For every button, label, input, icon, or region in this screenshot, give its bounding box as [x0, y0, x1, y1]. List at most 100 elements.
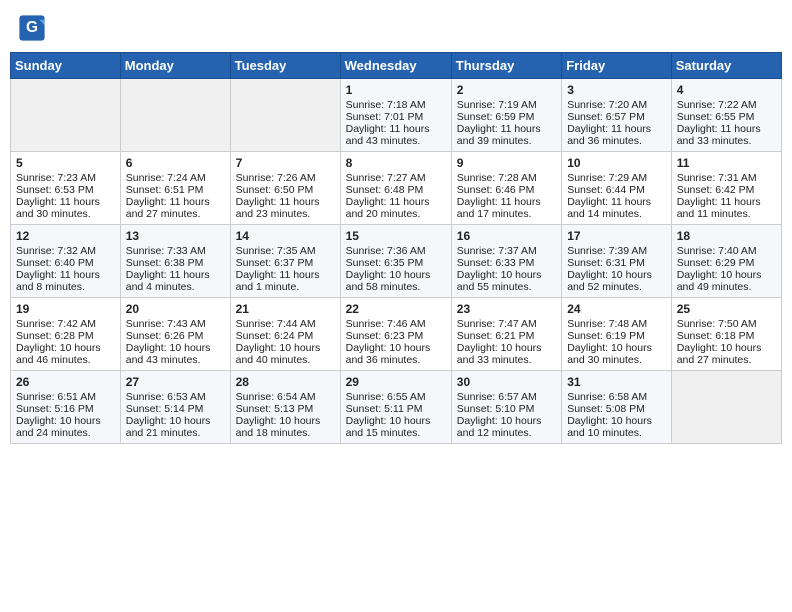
day-info-line: Daylight: 10 hours: [346, 342, 446, 354]
day-number: 3: [567, 83, 666, 97]
day-number: 17: [567, 229, 666, 243]
day-info-line: Sunset: 6:29 PM: [677, 257, 776, 269]
day-info-line: and 24 minutes.: [16, 427, 115, 439]
day-info-line: Sunset: 6:55 PM: [677, 111, 776, 123]
day-info-line: Sunrise: 7:22 AM: [677, 99, 776, 111]
day-info-line: Sunset: 6:38 PM: [126, 257, 225, 269]
day-info-line: Sunset: 6:51 PM: [126, 184, 225, 196]
day-number: 10: [567, 156, 666, 170]
col-header-friday: Friday: [562, 53, 672, 79]
day-info-line: Sunrise: 7:40 AM: [677, 245, 776, 257]
day-info-line: Sunset: 6:19 PM: [567, 330, 666, 342]
calendar-cell: 2Sunrise: 7:19 AMSunset: 6:59 PMDaylight…: [451, 79, 561, 152]
day-info-line: and 39 minutes.: [457, 135, 556, 147]
calendar-cell: 21Sunrise: 7:44 AMSunset: 6:24 PMDayligh…: [230, 298, 340, 371]
day-info-line: Daylight: 10 hours: [16, 415, 115, 427]
day-info-line: Sunset: 6:48 PM: [346, 184, 446, 196]
svg-text:G: G: [26, 19, 38, 36]
col-header-sunday: Sunday: [11, 53, 121, 79]
day-info-line: Daylight: 11 hours: [236, 269, 335, 281]
day-info-line: Sunset: 6:33 PM: [457, 257, 556, 269]
day-number: 9: [457, 156, 556, 170]
calendar-cell: 10 Sunrise: 7:29 AMSunset: 6:44 PMDayligh…: [562, 152, 672, 225]
day-info-line: Sunrise: 7:47 AM: [457, 318, 556, 330]
day-number: 30: [457, 375, 556, 389]
day-info-line: and 52 minutes.: [567, 281, 666, 293]
day-info-line: Daylight: 10 hours: [126, 342, 225, 354]
calendar-cell: 23Sunrise: 7:47 AMSunset: 6:21 PMDayligh…: [451, 298, 561, 371]
calendar-cell: 14Sunrise: 7:35 AMSunset: 6:37 PMDayligh…: [230, 225, 340, 298]
calendar-cell: [120, 79, 230, 152]
day-info-line: Sunset: 6:26 PM: [126, 330, 225, 342]
day-info-line: Sunrise: 7:43 AM: [126, 318, 225, 330]
day-info-line: Sunrise: 7:29 AM: [567, 172, 666, 184]
day-info-line: and 8 minutes.: [16, 281, 115, 293]
day-number: 19: [16, 302, 115, 316]
day-info-line: Sunrise: 7:36 AM: [346, 245, 446, 257]
day-info-line: Sunrise: 7:23 AM: [16, 172, 115, 184]
logo: G: [18, 14, 50, 42]
page-header: G: [10, 10, 782, 46]
week-row-1: 1Sunrise: 7:18 AMSunset: 7:01 PMDaylight…: [11, 79, 782, 152]
calendar-cell: 18Sunrise: 7:40 AMSunset: 6:29 PMDayligh…: [671, 225, 781, 298]
day-number: 4: [677, 83, 776, 97]
day-info-line: Daylight: 10 hours: [346, 269, 446, 281]
day-info-line: and 20 minutes.: [346, 208, 446, 220]
day-info-line: Sunset: 6:40 PM: [16, 257, 115, 269]
calendar-cell: 5Sunrise: 7:23 AMSunset: 6:53 PMDaylight…: [11, 152, 121, 225]
calendar-cell: 8Sunrise: 7:27 AMSunset: 6:48 PMDaylight…: [340, 152, 451, 225]
day-info-line: Daylight: 11 hours: [346, 123, 446, 135]
day-info-line: and 36 minutes.: [346, 354, 446, 366]
calendar-cell: 16Sunrise: 7:37 AMSunset: 6:33 PMDayligh…: [451, 225, 561, 298]
col-header-saturday: Saturday: [671, 53, 781, 79]
day-info-line: Sunrise: 7:32 AM: [16, 245, 115, 257]
day-info-line: Sunset: 6:35 PM: [346, 257, 446, 269]
day-info-line: Daylight: 11 hours: [677, 123, 776, 135]
week-row-2: 5Sunrise: 7:23 AMSunset: 6:53 PMDaylight…: [11, 152, 782, 225]
day-info-line: and 14 minutes.: [567, 208, 666, 220]
day-info-line: Sunset: 6:44 PM: [567, 184, 666, 196]
calendar-header-row: SundayMondayTuesdayWednesdayThursdayFrid…: [11, 53, 782, 79]
day-info-line: Sunset: 6:24 PM: [236, 330, 335, 342]
day-info-line: Sunset: 6:53 PM: [16, 184, 115, 196]
day-number: 16: [457, 229, 556, 243]
day-info-line: Daylight: 11 hours: [677, 196, 776, 208]
day-info-line: Daylight: 11 hours: [457, 123, 556, 135]
day-number: 7: [236, 156, 335, 170]
day-info-line: Daylight: 10 hours: [16, 342, 115, 354]
day-info-line: Sunset: 6:37 PM: [236, 257, 335, 269]
day-info-line: and 27 minutes.: [677, 354, 776, 366]
day-info-line: and 4 minutes.: [126, 281, 225, 293]
day-info-line: Daylight: 11 hours: [126, 196, 225, 208]
day-info-line: Daylight: 11 hours: [567, 196, 666, 208]
day-info-line: and 40 minutes.: [236, 354, 335, 366]
day-info-line: Sunrise: 7:50 AM: [677, 318, 776, 330]
day-info-line: Sunset: 5:13 PM: [236, 403, 335, 415]
day-info-line: Sunset: 5:11 PM: [346, 403, 446, 415]
day-info-line: Daylight: 10 hours: [567, 269, 666, 281]
day-info-line: Daylight: 11 hours: [346, 196, 446, 208]
day-number: 28: [236, 375, 335, 389]
day-info-line: Sunrise: 7:35 AM: [236, 245, 335, 257]
day-info-line: and 49 minutes.: [677, 281, 776, 293]
day-info-line: Sunrise: 6:57 AM: [457, 391, 556, 403]
day-info-line: and 12 minutes.: [457, 427, 556, 439]
col-header-thursday: Thursday: [451, 53, 561, 79]
day-info-line: Sunrise: 7:28 AM: [457, 172, 556, 184]
calendar-cell: [230, 79, 340, 152]
calendar-cell: 6Sunrise: 7:24 AMSunset: 6:51 PMDaylight…: [120, 152, 230, 225]
day-info-line: Sunset: 6:18 PM: [677, 330, 776, 342]
day-info-line: and 30 minutes.: [567, 354, 666, 366]
calendar-cell: [671, 371, 781, 444]
week-row-4: 19Sunrise: 7:42 AMSunset: 6:28 PMDayligh…: [11, 298, 782, 371]
day-info-line: Sunrise: 6:58 AM: [567, 391, 666, 403]
day-info-line: and 18 minutes.: [236, 427, 335, 439]
day-info-line: Daylight: 10 hours: [567, 342, 666, 354]
day-info-line: Sunrise: 7:27 AM: [346, 172, 446, 184]
day-info-line: Sunrise: 7:46 AM: [346, 318, 446, 330]
day-info-line: Sunset: 6:31 PM: [567, 257, 666, 269]
day-info-line: Sunrise: 6:53 AM: [126, 391, 225, 403]
day-info-line: Sunrise: 7:19 AM: [457, 99, 556, 111]
day-number: 25: [677, 302, 776, 316]
calendar-cell: 9Sunrise: 7:28 AMSunset: 6:46 PMDaylight…: [451, 152, 561, 225]
